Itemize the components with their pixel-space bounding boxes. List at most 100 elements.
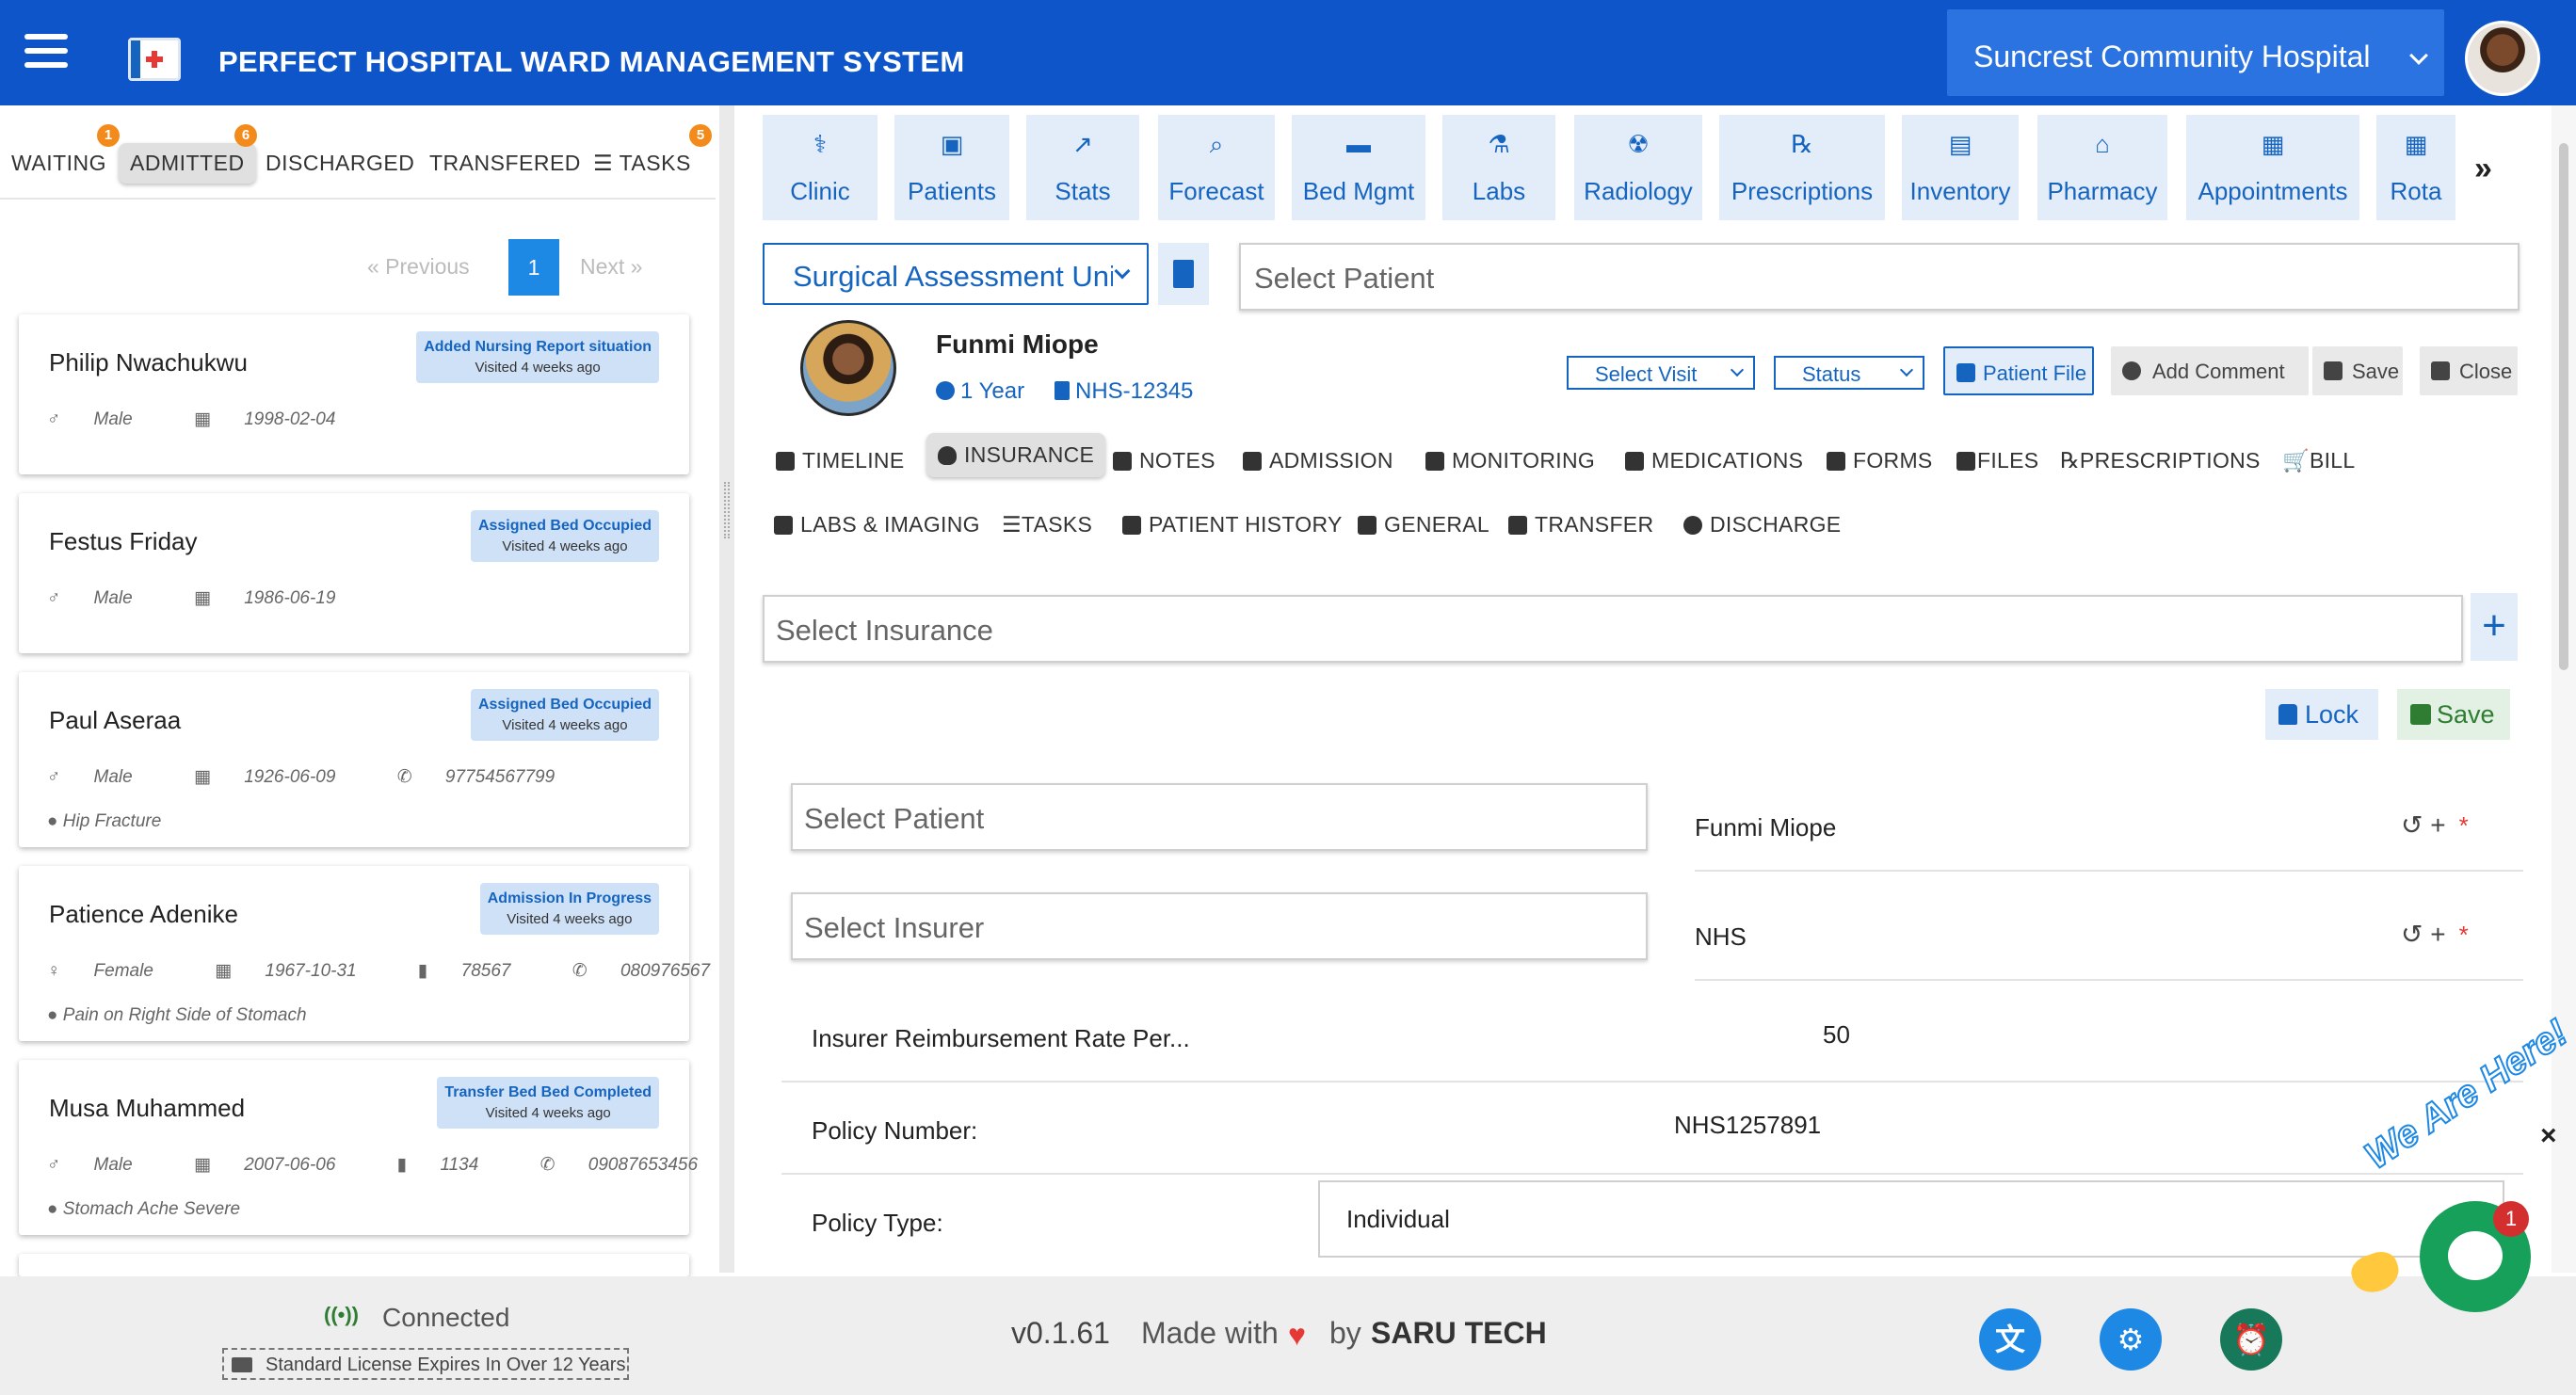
next-page-button[interactable]: Next » [580,254,642,280]
patient-card[interactable] [19,1254,689,1276]
status-badge: Admission In Progress Visited 4 weeks ag… [479,883,659,935]
menu-icon[interactable] [24,34,68,72]
reset-icon[interactable]: ↺ [2401,920,2423,949]
module-inventory[interactable]: ▤ Inventory [1902,115,2019,220]
module-rota[interactable]: ▦ Rota [2376,115,2455,220]
policy-number-value[interactable]: NHS1257891 [1674,1111,1821,1140]
module-clinic[interactable]: ⚕ Clinic [763,115,877,220]
settings-button[interactable]: ⚙ [2100,1308,2162,1371]
alarm-button[interactable]: ⏰ [2220,1308,2282,1371]
lock-button[interactable]: Lock [2265,689,2378,740]
save-insurance-button[interactable]: Save [2397,689,2510,740]
insurance-patient-select[interactable]: Select Patient [791,783,1648,851]
history-icon [1122,516,1141,535]
chat-unread-badge: 1 [2493,1201,2529,1237]
visited-text: Visited 4 weeks ago [507,911,633,927]
stats-icon: ↗ [1072,130,1093,158]
tab-labs-imaging[interactable]: LABS & IMAGING [774,512,980,537]
module-pharmacy[interactable]: ⌂ Pharmacy [2037,115,2167,220]
translate-button[interactable]: 文 [1979,1308,2041,1371]
tab-admission[interactable]: ADMISSION [1243,448,1393,473]
patient-card[interactable]: Philip Nwachukwu Added Nursing Report si… [19,314,689,474]
panel-splitter[interactable] [719,105,734,1273]
module-stats[interactable]: ↗ Stats [1026,115,1139,220]
status-badge-text: Transfer Bed Bed Completed [444,1084,652,1100]
module-prescriptions[interactable]: ℞ Prescriptions [1719,115,1885,220]
bed-icon: ▬ [1346,130,1371,158]
module-radiology[interactable]: ☢ Radiology [1574,115,1702,220]
tab-transfer[interactable]: TRANSFER [1508,512,1653,537]
person-icon: ♂ [47,767,66,787]
patient-select-placeholder: Select Patient [1254,262,1435,295]
reset-icon[interactable]: ↺ [2401,810,2423,840]
module-appointments[interactable]: ▦ Appointments [2186,115,2359,220]
tab-files[interactable]: FILES [1956,448,2038,473]
close-button[interactable]: Close [2420,346,2518,395]
module-bed-mgmt[interactable]: ▬ Bed Mgmt [1292,115,1425,220]
gear-icon: ⚙ [2117,1323,2145,1356]
chevron-down-icon [1899,362,1914,377]
reimbursement-rate-label: Insurer Reimbursement Rate Per... [812,1024,1190,1052]
tab-medications[interactable]: MEDICATIONS [1625,448,1803,473]
tab-waiting[interactable]: WAITING [11,151,106,176]
tab-notes[interactable]: NOTES [1113,448,1216,473]
tab-bill[interactable]: 🛒BILL [2282,448,2355,473]
user-avatar[interactable] [2465,21,2540,96]
patient-card[interactable]: Musa Muhammed Transfer Bed Bed Completed… [19,1060,698,1235]
ward-door-button[interactable] [1158,243,1209,305]
plus-icon[interactable]: + [2430,810,2445,840]
chevron-down-icon [2409,46,2428,65]
page-1-button[interactable]: 1 [508,239,559,296]
visited-text: Visited 4 weeks ago [475,360,601,376]
scrollbar-thumb[interactable] [2559,143,2568,670]
patient-field-actions: ↺ + * [2401,810,2469,841]
drag-handle-icon [724,482,730,538]
tab-discharged[interactable]: DISCHARGED [266,151,414,176]
tab-general[interactable]: GENERAL [1358,512,1489,537]
status-badge: Added Nursing Report situation Visited 4… [416,331,659,383]
save-button[interactable]: Save [2312,346,2403,395]
patient-select[interactable]: Select Patient [1239,243,2520,311]
module-labs[interactable]: ⚗ Labs [1442,115,1555,220]
reimbursement-rate-value[interactable]: 50 [1823,1020,1850,1050]
close-chat-icon[interactable]: × [2540,1120,2557,1152]
plus-icon[interactable]: + [2430,920,2445,949]
insurer-select[interactable]: Select Insurer [791,892,1648,960]
tab-insurance[interactable]: INSURANCE [926,433,1106,477]
patient-card[interactable]: Paul Aseraa Assigned Bed Occupied Visite… [19,672,689,847]
add-comment-button[interactable]: Add Comment [2111,346,2309,395]
previous-page-button[interactable]: « Previous [367,254,470,280]
tab-admitted[interactable]: ADMITTED [119,143,256,184]
files-icon [1956,452,1975,471]
status-badge-text: Admission In Progress [487,890,652,906]
add-insurance-button[interactable]: + [2471,593,2518,661]
more-modules-icon[interactable]: » [2474,151,2492,187]
dob-field: ▦ 1967-10-31 [215,961,357,981]
tab-tasks[interactable]: ☰ TASKS [593,151,691,176]
tab-forms[interactable]: FORMS [1827,448,1933,473]
policy-type-select[interactable]: Individual [1318,1180,2504,1258]
select-visit-dropdown[interactable]: Select Visit [1567,356,1755,390]
tab-discharge[interactable]: DISCHARGE [1683,512,1841,537]
bed-field: ▮ 1134 [396,1155,479,1175]
insurance-select[interactable]: Select Insurance [763,595,2463,663]
tab-prescriptions[interactable]: ℞PRESCRIPTIONS [2060,448,2261,473]
tab-transfered[interactable]: TRANSFERED [429,151,581,176]
patient-card-name: Paul Aseraa [49,706,182,734]
main-scrollbar[interactable] [2552,105,2576,1273]
tab-patient-history[interactable]: PATIENT HISTORY [1122,512,1343,537]
hospital-select[interactable]: Suncrest Community Hospital [1947,9,2444,96]
patient-card[interactable]: Patience Adenike Admission In Progress V… [19,866,710,1041]
module-patients[interactable]: ▣ Patients [894,115,1009,220]
patient-file-button[interactable]: Patient File [1943,346,2094,395]
module-forecast[interactable]: ⌕ Forecast [1158,115,1275,220]
patient-card[interactable]: Festus Friday Assigned Bed Occupied Visi… [19,493,689,653]
row-divider [781,1173,2523,1175]
brand-name: SARU TECH [1371,1316,1547,1350]
tab-timeline[interactable]: TIMELINE [776,448,904,473]
tab-tasks-section[interactable]: ☰TASKS [1002,512,1092,537]
status-dropdown[interactable]: Status [1774,356,1924,390]
tab-monitoring[interactable]: MONITORING [1425,448,1595,473]
shield-icon [938,446,957,465]
ward-select[interactable]: Surgical Assessment Unit [763,243,1149,305]
